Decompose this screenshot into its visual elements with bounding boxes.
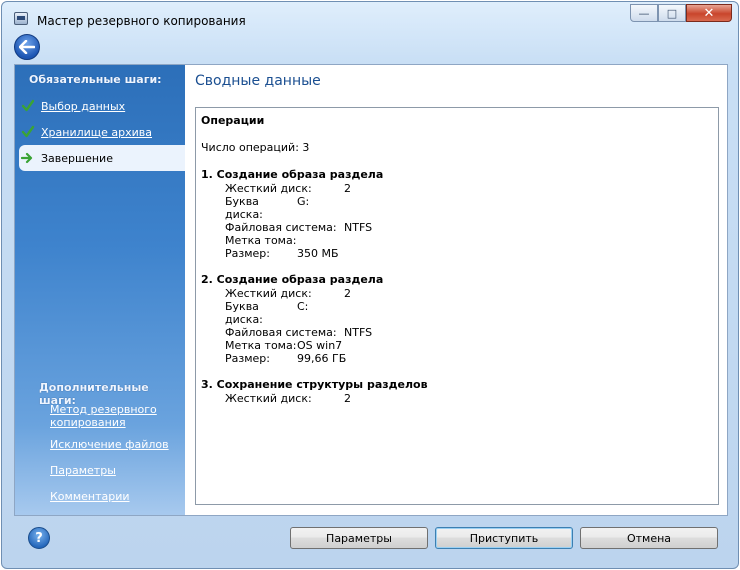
required-steps-list: Выбор данных Хранилище архива Завершение xyxy=(19,93,185,171)
field-key: Файловая система: xyxy=(225,326,337,339)
field-value: G: xyxy=(297,195,310,208)
wizard-window: Мастер резервного копирования — □ ✕ Обяз… xyxy=(1,1,739,569)
step-file-exclusion[interactable]: Исключение файлов xyxy=(50,438,182,451)
app-icon xyxy=(14,12,28,25)
field-value: 2 xyxy=(344,182,351,195)
field-key: Файловая система: xyxy=(225,221,337,234)
main-panel: Сводные данные Операции Число операций: … xyxy=(185,65,727,515)
cancel-button[interactable]: Отмена xyxy=(580,527,718,549)
field-key: Жесткий диск: xyxy=(225,392,312,405)
close-icon: ✕ xyxy=(703,5,715,21)
footer-bar: ? Параметры Приступить Отмена xyxy=(14,516,728,560)
step-label: Выбор данных xyxy=(41,99,126,113)
maximize-button[interactable]: □ xyxy=(658,4,686,22)
field-row: Буква диска: G: xyxy=(201,195,713,221)
field-key: Жесткий диск: xyxy=(225,287,312,300)
field-row: Жесткий диск: 2 xyxy=(201,287,713,300)
optional-steps-list: Метод резервного копирования Исключение … xyxy=(50,403,182,512)
maximize-icon: □ xyxy=(666,6,678,20)
operation-title: 3. Сохранение структуры разделов xyxy=(201,378,428,391)
operations-count: Число операций: 3 xyxy=(201,141,310,154)
field-row: Размер: 350 МБ xyxy=(201,247,713,260)
help-icon: ? xyxy=(35,530,43,546)
field-key: Размер: xyxy=(225,247,270,260)
field-key: Жесткий диск: xyxy=(225,182,312,195)
field-key: Метка тома: xyxy=(225,339,297,352)
parameters-button[interactable]: Параметры xyxy=(290,527,428,549)
field-value: OS win7 xyxy=(297,339,343,352)
step-finish[interactable]: Завершение xyxy=(19,145,185,171)
help-button[interactable]: ? xyxy=(28,527,50,549)
field-row: Метка тома: OS win7 xyxy=(201,339,713,352)
field-value: C: xyxy=(297,300,309,313)
field-value: 2 xyxy=(344,287,351,300)
close-button[interactable]: ✕ xyxy=(686,4,732,22)
arrow-icon xyxy=(21,152,33,164)
field-value: NTFS xyxy=(344,221,373,234)
field-row: Размер: 99,66 ГБ xyxy=(201,352,713,365)
field-key: Метка тома: xyxy=(225,234,297,247)
field-row: Жесткий диск: 2 xyxy=(201,182,713,195)
step-data-selection[interactable]: Выбор данных xyxy=(19,93,185,119)
required-steps-title: Обязательные шаги: xyxy=(29,73,162,86)
summary-box: Операции Число операций: 3 1. Создание о… xyxy=(195,107,719,505)
field-value: 2 xyxy=(344,392,351,405)
field-key: Размер: xyxy=(225,352,270,365)
field-key: Буква диска: xyxy=(225,300,263,326)
step-label: Хранилище архива xyxy=(41,125,153,139)
operation-section: 3. Сохранение структуры разделов Жесткий… xyxy=(201,378,713,405)
field-value: 99,66 ГБ xyxy=(297,352,347,365)
field-row: Файловая система: NTFS xyxy=(201,221,713,234)
minimize-button[interactable]: — xyxy=(630,4,658,22)
field-value: 350 МБ xyxy=(297,247,339,260)
field-row: Файловая система: NTFS xyxy=(201,326,713,339)
back-button[interactable] xyxy=(14,34,40,60)
field-row: Буква диска: C: xyxy=(201,300,713,326)
field-value: NTFS xyxy=(344,326,373,339)
check-icon xyxy=(21,125,35,138)
step-comments[interactable]: Комментарии xyxy=(50,490,182,503)
field-row: Жесткий диск: 2 xyxy=(201,392,713,405)
title-bar[interactable]: Мастер резервного копирования — □ ✕ xyxy=(2,2,738,32)
operation-title: 2. Создание образа раздела xyxy=(201,273,384,286)
operation-title: 1. Создание образа раздела xyxy=(201,168,384,181)
steps-sidebar: Обязательные шаги: Выбор данных Хранилищ… xyxy=(15,65,185,515)
check-icon xyxy=(21,99,35,112)
step-parameters[interactable]: Параметры xyxy=(50,464,182,477)
operation-section: 2. Создание образа раздела Жесткий диск:… xyxy=(201,273,713,365)
step-archive-location[interactable]: Хранилище архива xyxy=(19,119,185,145)
operations-header: Операции xyxy=(201,114,265,127)
field-row: Метка тома: xyxy=(201,234,713,247)
step-backup-method[interactable]: Метод резервного копирования xyxy=(50,403,182,429)
minimize-icon: — xyxy=(638,6,650,20)
step-label: Завершение xyxy=(41,151,113,165)
back-arrow-icon xyxy=(19,40,35,54)
window-title: Мастер резервного копирования xyxy=(37,14,246,28)
field-key: Буква диска: xyxy=(225,195,263,221)
operation-section: 1. Создание образа раздела Жесткий диск:… xyxy=(201,168,713,260)
page-title: Сводные данные xyxy=(195,73,321,89)
caption-buttons: — □ ✕ xyxy=(630,4,732,24)
wizard-client-area: Обязательные шаги: Выбор данных Хранилищ… xyxy=(14,64,728,516)
proceed-button[interactable]: Приступить xyxy=(435,527,573,549)
